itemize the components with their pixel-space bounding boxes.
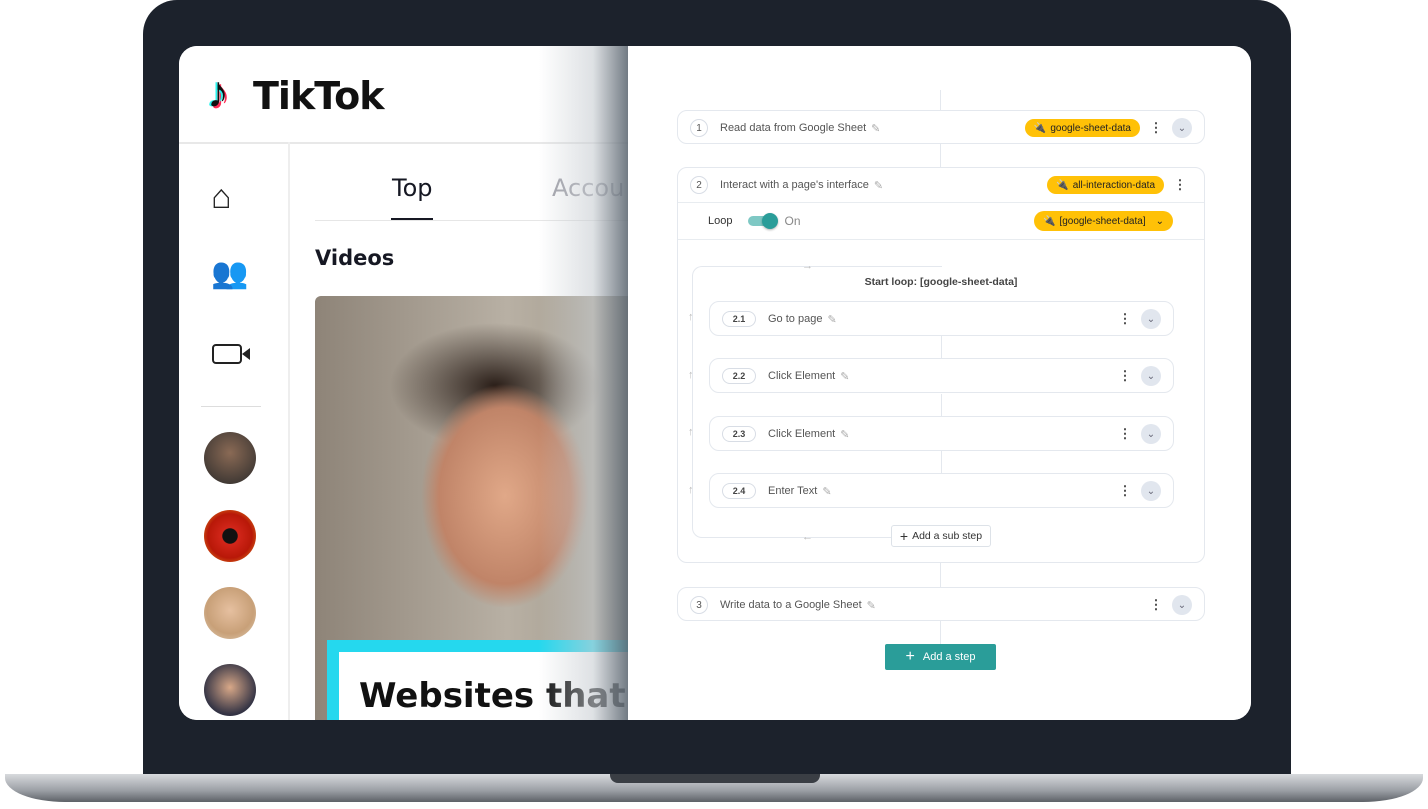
data-badge[interactable]: 🔌 google-sheet-data <box>1024 119 1140 137</box>
plug-icon: 🔌 <box>1056 179 1069 191</box>
step-label: Read data from Google Sheet <box>720 122 867 134</box>
video-thumbnail[interactable]: Websites that <box>315 296 628 720</box>
substep-card[interactable]: 2.3 Click Element ✎ ⋮ ⌄ <box>709 416 1174 451</box>
plug-icon: 🔌 <box>1033 122 1047 134</box>
chevron-down-icon[interactable]: ⌄ <box>1141 424 1161 444</box>
step-card[interactable]: 1 Read data from Google Sheet ✎ 🔌 google-… <box>677 110 1205 144</box>
more-icon[interactable]: ⋮ <box>1146 120 1166 136</box>
home-icon[interactable]: ⌂ <box>211 178 232 217</box>
loop-state: On <box>784 214 801 228</box>
divider <box>315 220 628 221</box>
divider <box>201 406 261 407</box>
more-icon[interactable]: ⋮ <box>1170 177 1190 193</box>
tab-top[interactable]: Top <box>392 174 433 202</box>
loop-source-select[interactable]: 🔌 [google-sheet-data] ⌄ <box>1033 211 1173 231</box>
edit-icon[interactable]: ✎ <box>822 485 831 498</box>
edit-icon[interactable]: ✎ <box>840 428 849 441</box>
step-label: Write data to a Google Sheet <box>720 599 862 611</box>
substep-number: 2.4 <box>722 483 756 499</box>
more-icon[interactable]: ⋮ <box>1115 483 1135 499</box>
avatar[interactable] <box>204 510 256 562</box>
edit-icon[interactable]: ✎ <box>840 370 849 383</box>
section-title: Videos <box>315 246 395 270</box>
step-number: 2 <box>690 176 708 194</box>
chevron-down-icon[interactable]: ⌄ <box>1172 118 1192 138</box>
arrow-up-icon: ↑ <box>688 484 694 496</box>
chevron-down-icon[interactable]: ⌄ <box>1141 481 1161 501</box>
arrow-left-icon: ← <box>802 531 813 543</box>
substep-label: Click Element <box>768 428 836 440</box>
chevron-down-icon: ⌄ <box>1155 215 1164 227</box>
substep-label: Go to page <box>768 313 823 325</box>
loop-toggle[interactable] <box>748 213 779 229</box>
arrow-right-icon: → <box>802 260 813 272</box>
loop-label: Loop <box>708 215 733 227</box>
step-card: 2 Interact with a page's interface ✎ 🔌 al… <box>677 167 1205 563</box>
arrow-up-icon: ↑ <box>688 311 694 323</box>
avatar[interactable] <box>204 432 256 484</box>
substep-number: 2.2 <box>722 368 756 384</box>
substep-number: 2.1 <box>722 311 756 327</box>
edit-icon[interactable]: ✎ <box>867 599 876 612</box>
avatar[interactable] <box>204 664 256 716</box>
edit-icon[interactable]: ✎ <box>827 313 836 326</box>
friends-icon[interactable]: 👥 <box>211 256 248 291</box>
plus-icon: + <box>905 648 915 665</box>
data-badge[interactable]: 🔌 all-interaction-data <box>1047 176 1164 194</box>
avatar[interactable] <box>204 587 256 639</box>
chevron-down-icon[interactable]: ⌄ <box>1172 595 1192 615</box>
divider <box>179 142 628 144</box>
plug-icon: 🔌 <box>1042 215 1056 227</box>
arrow-up-icon: ↑ <box>688 426 694 438</box>
loop-start-label: Start loop: [google-sheet-data] <box>864 276 1018 288</box>
live-video-icon[interactable] <box>212 344 250 364</box>
more-icon[interactable]: ⋮ <box>1115 368 1135 384</box>
tiktok-note-icon: ♪ <box>207 68 229 117</box>
arrow-up-icon: ↑ <box>688 369 694 381</box>
more-icon[interactable]: ⋮ <box>1146 597 1166 613</box>
substep-label: Click Element <box>768 370 836 382</box>
laptop-notch <box>610 774 820 783</box>
step-number: 1 <box>690 119 708 137</box>
tab-accounts[interactable]: Accou <box>552 174 624 202</box>
add-step-button[interactable]: + Add a step <box>885 644 996 670</box>
step-card[interactable]: 3 Write data to a Google Sheet ✎ ⋮ ⌄ <box>677 587 1205 621</box>
substep-label: Enter Text <box>768 485 818 497</box>
video-caption: Websites that <box>339 652 628 720</box>
more-icon[interactable]: ⋮ <box>1115 311 1135 327</box>
step-number: 3 <box>690 596 708 614</box>
substep-card[interactable]: 2.2 Click Element ✎ ⋮ ⌄ <box>709 358 1174 393</box>
step-label: Interact with a page's interface <box>720 179 869 191</box>
workflow-panel: 1 Read data from Google Sheet ✎ 🔌 google-… <box>628 46 1251 720</box>
substep-card[interactable]: 2.1 Go to page ✎ ⋮ ⌄ <box>709 301 1174 336</box>
plus-icon: + <box>899 528 909 544</box>
more-icon[interactable]: ⋮ <box>1115 426 1135 442</box>
chevron-down-icon[interactable]: ⌄ <box>1141 366 1161 386</box>
chevron-down-icon[interactable]: ⌄ <box>1141 309 1161 329</box>
substep-card[interactable]: 2.4 Enter Text ✎ ⋮ ⌄ <box>709 473 1174 508</box>
screen: ♪ TikTok ⌂ 👥 Top Accou Videos Websites t… <box>179 46 1251 720</box>
tiktok-page: ♪ TikTok ⌂ 👥 Top Accou Videos Websites t… <box>179 46 628 720</box>
tiktok-logo: TikTok <box>253 74 384 118</box>
edit-icon[interactable]: ✎ <box>871 122 880 135</box>
substep-number: 2.3 <box>722 426 756 442</box>
edit-icon[interactable]: ✎ <box>874 179 883 192</box>
divider <box>288 142 290 720</box>
add-sub-step-button[interactable]: + Add a sub step <box>891 525 991 547</box>
